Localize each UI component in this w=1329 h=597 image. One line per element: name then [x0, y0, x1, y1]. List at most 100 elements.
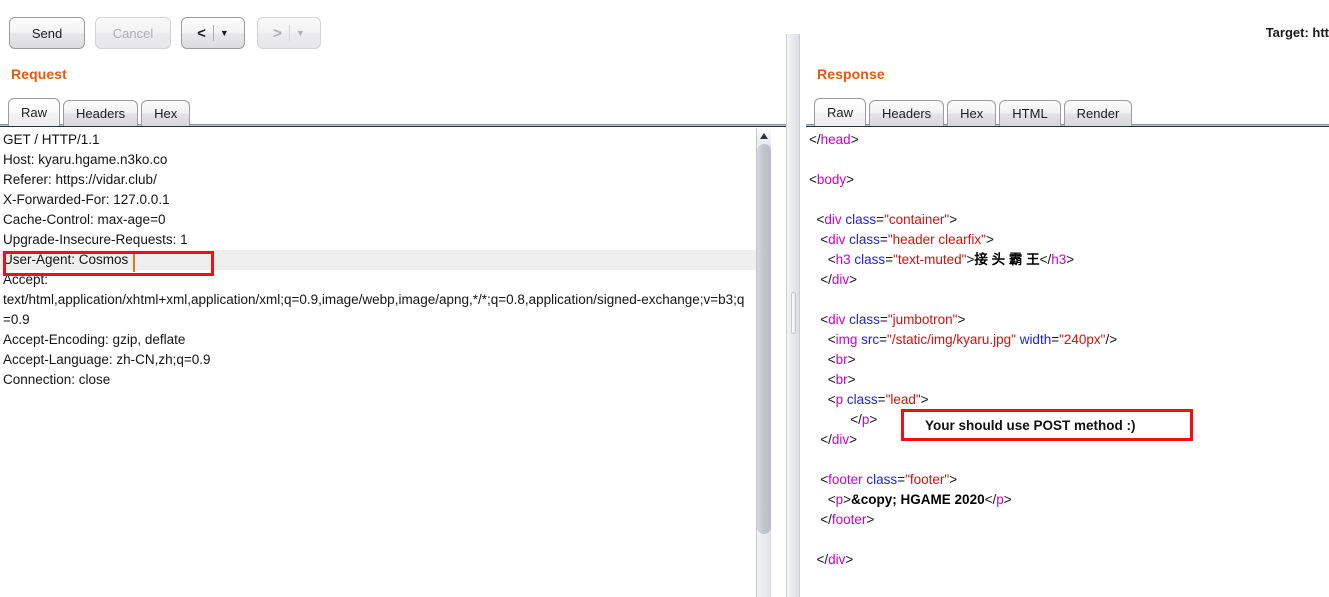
response-raw-text: </head> <body> <div class="container"> <… — [809, 130, 1117, 570]
code-line: <p class="lead"> — [809, 390, 1117, 410]
code-token-pun: </ — [809, 512, 832, 527]
code-token-pun: > — [957, 312, 966, 327]
code-token-tag: div — [828, 552, 846, 567]
tab-label: Headers — [882, 106, 932, 121]
code-token-tag: div — [824, 212, 842, 227]
code-token-pun: < — [809, 392, 836, 407]
request-scrollbar[interactable] — [756, 128, 771, 597]
send-button-label: Send — [31, 25, 63, 41]
code-token-tag: br — [835, 352, 848, 367]
back-button[interactable]: < ▼ — [181, 17, 245, 49]
code-line: </footer> — [809, 510, 1117, 530]
request-panel-title: Request — [11, 66, 67, 82]
code-line: </div> — [809, 430, 1117, 450]
send-button[interactable]: Send — [9, 17, 85, 49]
code-token-attr: class — [845, 232, 880, 247]
splitter-grip[interactable] — [791, 292, 796, 334]
code-line: <br> — [809, 370, 1117, 390]
code-token-pun: </ — [1039, 252, 1052, 267]
code-token-tag: body — [816, 172, 847, 187]
code-token-pun: = — [885, 252, 894, 267]
response-editor[interactable]: </head> <body> <div class="container"> <… — [806, 128, 1329, 597]
code-token-pun: > — [843, 492, 852, 507]
code-token-val: "header clearfix" — [887, 232, 986, 247]
code-token-tag: p — [996, 492, 1004, 507]
request-tab-hex[interactable]: Hex — [141, 100, 191, 126]
tab-label: Render — [1076, 106, 1120, 121]
code-line: <div class="header clearfix"> — [809, 230, 1117, 250]
response-tab-html[interactable]: HTML — [999, 100, 1061, 126]
code-token-pun: > — [847, 372, 856, 387]
panel-splitter[interactable] — [786, 34, 800, 597]
code-token-pun: < — [809, 492, 836, 507]
code-token-val: "footer" — [905, 472, 950, 487]
code-token-pun: </ — [809, 552, 829, 567]
code-token-pun: = — [879, 232, 888, 247]
scroll-up-arrow-icon[interactable] — [757, 128, 771, 144]
response-tab-headers[interactable]: Headers — [869, 100, 945, 126]
cancel-button[interactable]: Cancel — [95, 17, 171, 49]
code-token-attr: class — [862, 472, 898, 487]
request-tab-headers[interactable]: Headers — [63, 100, 139, 126]
tab-label: HTML — [1012, 106, 1048, 121]
code-token-txt: &copy; HGAME 2020 — [851, 492, 985, 507]
code-line: <footer class="footer"> — [809, 470, 1117, 490]
scrollbar-thumb[interactable] — [757, 144, 771, 534]
code-token-pun: </ — [809, 432, 832, 447]
request-tab-raw[interactable]: Raw — [8, 98, 61, 126]
code-token-pun: = — [879, 332, 888, 347]
code-token-attr: class — [845, 312, 880, 327]
code-token-pun: > — [1066, 252, 1075, 267]
code-token-pun: > — [866, 512, 875, 527]
code-token-pun: </ — [809, 412, 862, 427]
burp-repeater-window: Send Cancel < ▼ > ▼ Target: htt Request … — [0, 0, 1329, 597]
code-line: <h3 class="text-muted">接 头 霸 王</h3> — [809, 250, 1117, 270]
code-token-tag: footer — [831, 512, 867, 527]
request-tabstrip: Raw Headers Hex — [8, 98, 191, 126]
forward-button[interactable]: > ▼ — [257, 17, 321, 49]
response-tab-hex[interactable]: Hex — [947, 100, 997, 126]
code-token-pun: = — [1051, 332, 1060, 347]
forward-button-inner: > ▼ — [268, 25, 310, 41]
code-token-tag: br — [835, 372, 848, 387]
code-token-pun: < — [809, 332, 836, 347]
code-token-pun: < — [809, 232, 829, 247]
code-line: <div class="container"> — [809, 210, 1117, 230]
code-line: <body> — [809, 170, 1117, 190]
code-token-pun: > — [920, 392, 929, 407]
chevron-down-icon[interactable]: ▼ — [290, 28, 310, 38]
code-token-pun: > — [846, 172, 855, 187]
code-token-val: "text-muted" — [893, 252, 967, 267]
toolbar: Send Cancel < ▼ > ▼ Target: htt — [0, 0, 1329, 58]
target-label: Target: htt — [1265, 25, 1329, 40]
code-token-tag: div — [828, 312, 846, 327]
code-line: </div> — [809, 550, 1117, 570]
code-token-val: "container" — [884, 212, 950, 227]
code-token-attr: class — [841, 212, 877, 227]
code-token-pun: < — [809, 472, 829, 487]
code-token-pun: = — [879, 312, 888, 327]
response-tab-render[interactable]: Render — [1063, 100, 1133, 126]
code-token-pun: < — [809, 212, 825, 227]
chevron-down-icon[interactable]: ▼ — [214, 28, 234, 38]
request-panel: Request Raw Headers Hex GET / HTTP/1.1 Hos… — [0, 58, 786, 597]
code-token-tag: div — [831, 272, 850, 287]
code-token-pun: > — [850, 132, 859, 147]
code-token-tag: img — [835, 332, 858, 347]
code-token-attr: width — [1015, 332, 1052, 347]
code-line: </head> — [809, 130, 1117, 150]
tab-label: Raw — [827, 105, 854, 120]
request-raw-text: GET / HTTP/1.1 Host: kyaru.hgame.n3ko.co… — [3, 132, 745, 387]
response-tab-raw[interactable]: Raw — [814, 98, 867, 126]
code-token-pun: /> — [1105, 332, 1118, 347]
code-token-pun: > — [849, 272, 858, 287]
code-token-pun: > — [985, 232, 994, 247]
code-token-tag: footer — [828, 472, 863, 487]
code-token-tag: div — [828, 232, 846, 247]
arrow-right-icon: > — [273, 24, 282, 42]
request-editor[interactable]: GET / HTTP/1.1 Host: kyaru.hgame.n3ko.co… — [0, 128, 770, 597]
code-token-pun: = — [876, 212, 885, 227]
code-token-pun: < — [809, 312, 829, 327]
